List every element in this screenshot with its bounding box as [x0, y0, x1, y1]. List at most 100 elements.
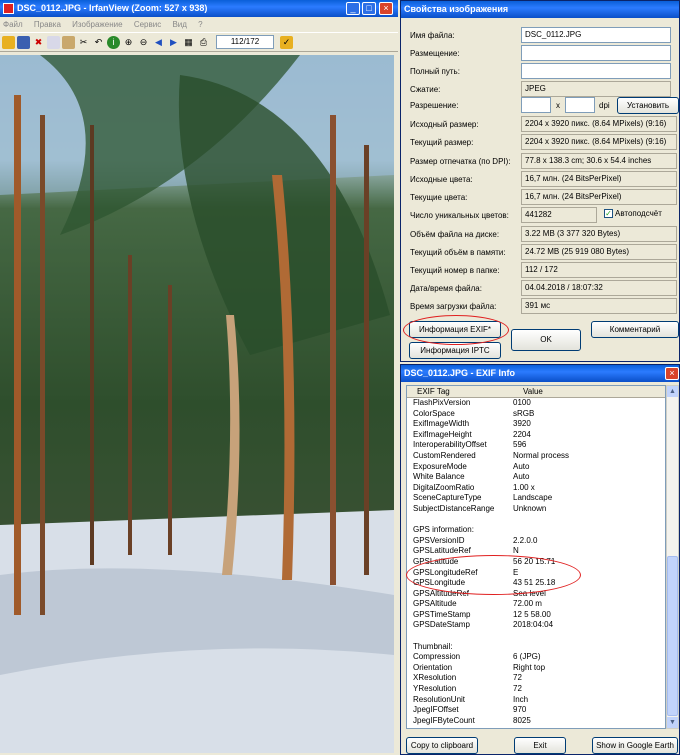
- col-tag-header[interactable]: EXIF Tag: [407, 386, 513, 397]
- scroll-thumb[interactable]: [667, 556, 678, 716]
- options-icon[interactable]: ✓: [280, 35, 293, 49]
- exif-row[interactable]: GPS information:: [407, 525, 665, 536]
- exif-scrollbar[interactable]: ▲ ▼: [666, 385, 679, 729]
- exif-tag: ExposureMode: [413, 461, 467, 471]
- property-row: Текущий объём в памяти: 24.72 MB (25 919 …: [405, 244, 677, 261]
- menu-image[interactable]: Изображение: [72, 20, 122, 29]
- resolution-x-input[interactable]: [521, 97, 551, 113]
- exif-row[interactable]: ResolutionUnit Inch: [407, 695, 665, 706]
- exif-titlebar[interactable]: DSC_0112.JPG - EXIF Info: [401, 365, 679, 382]
- paste-icon[interactable]: [62, 35, 75, 49]
- set-resolution-button[interactable]: Установить: [617, 97, 679, 114]
- next-icon[interactable]: ▶: [167, 36, 180, 49]
- comment-button[interactable]: Комментарий: [591, 321, 679, 338]
- resolution-y-input[interactable]: [565, 97, 595, 113]
- zoom-in-icon[interactable]: ⊕: [122, 36, 135, 49]
- google-earth-button[interactable]: Show in Google Earth: [592, 737, 678, 754]
- property-value: 112 / 172: [521, 262, 677, 278]
- exif-row[interactable]: White Balance Auto: [407, 472, 665, 483]
- page-counter: 112/172: [216, 35, 274, 49]
- exif-row[interactable]: Orientation Right top: [407, 663, 665, 674]
- exif-tag: GPSAltitude: [413, 599, 457, 609]
- exif-info-window: DSC_0112.JPG - EXIF Info × EXIF Tag Valu…: [400, 364, 680, 755]
- exif-row[interactable]: ExposureMode Auto: [407, 462, 665, 473]
- irfanview-title: DSC_0112.JPG - IrfanView (Zoom: 527 x 93…: [17, 3, 208, 13]
- print-icon[interactable]: ⎙: [197, 36, 210, 49]
- exif-row[interactable]: SubjectDistanceRange Unknown: [407, 504, 665, 515]
- info-icon[interactable]: i: [107, 35, 120, 49]
- property-row: Имя файла: DSC_0112.JPG: [405, 27, 677, 44]
- save-icon[interactable]: [17, 35, 30, 49]
- minimize-button[interactable]: _: [346, 2, 360, 15]
- menu-tools[interactable]: Сервис: [134, 20, 161, 29]
- property-label: Объём файла на диске:: [410, 230, 500, 239]
- property-row: Текущий номер в папке: 112 / 172: [405, 262, 677, 279]
- exif-tag: ExifImageWidth: [413, 419, 470, 429]
- irfanview-titlebar[interactable]: DSC_0112.JPG - IrfanView (Zoom: 527 x 93…: [0, 0, 398, 17]
- copy-to-clipboard-button[interactable]: Copy to clipboard: [406, 737, 478, 754]
- exif-row[interactable]: GPSDateStamp 2018:04:04: [407, 620, 665, 631]
- property-label: Размер отпечатка (по DPI):: [410, 157, 511, 166]
- gps-annotation: [406, 555, 581, 595]
- previous-icon[interactable]: ◀: [152, 36, 165, 49]
- scroll-up-icon[interactable]: ▲: [667, 386, 678, 397]
- exif-tag: Thumbnail:: [413, 641, 453, 651]
- menubar: Файл Правка Изображение Сервис Вид ?: [0, 17, 398, 32]
- ok-button[interactable]: OK: [511, 329, 581, 351]
- exif-row[interactable]: FlashPixVersion 0100: [407, 398, 665, 409]
- exif-row[interactable]: DigitalZoomRatio 1.00 x: [407, 483, 665, 494]
- exif-row[interactable]: XResolution 72: [407, 673, 665, 684]
- exif-value: 0100: [513, 398, 531, 407]
- exif-row[interactable]: YResolution 72: [407, 684, 665, 695]
- slideshow-icon[interactable]: ▦: [182, 36, 195, 49]
- exif-tag: InteroperabilityOffset: [413, 440, 487, 450]
- resolution-unit: dpi: [599, 101, 610, 110]
- open-icon[interactable]: [2, 35, 15, 49]
- property-value[interactable]: [521, 45, 671, 61]
- exif-row[interactable]: GPSAltitude 72.00 m: [407, 599, 665, 610]
- zoom-out-icon[interactable]: ⊖: [137, 36, 150, 49]
- exif-row[interactable]: SceneCaptureType Landscape: [407, 493, 665, 504]
- col-value-header[interactable]: Value: [513, 386, 543, 397]
- exif-row[interactable]: GPSLatitudeRef N: [407, 546, 665, 557]
- delete-icon[interactable]: ✖: [32, 36, 45, 49]
- exif-tag: JpegIFOffset: [413, 705, 459, 715]
- exif-row[interactable]: ExifImageHeight 2204: [407, 430, 665, 441]
- exif-close-button[interactable]: ×: [665, 367, 679, 380]
- exif-value: Inch: [513, 694, 529, 704]
- cut-icon[interactable]: ✂: [77, 36, 90, 49]
- exif-row[interactable]: CustomRendered Normal process: [407, 451, 665, 462]
- exif-row[interactable]: ExifImageWidth 3920: [407, 419, 665, 430]
- property-value[interactable]: DSC_0112.JPG: [521, 27, 671, 43]
- property-value[interactable]: [521, 63, 671, 79]
- copy-icon[interactable]: [47, 35, 60, 49]
- properties-titlebar[interactable]: Свойства изображения: [401, 1, 679, 18]
- exif-value: 2204: [513, 429, 531, 439]
- close-button[interactable]: ×: [379, 2, 393, 15]
- irfanview-app-icon: [3, 3, 14, 14]
- exif-tag: CustomRendered: [413, 450, 476, 460]
- auto-count-checkbox[interactable]: ✓ Автоподсчёт: [604, 209, 662, 218]
- exif-value: Unknown: [513, 503, 547, 513]
- exif-row[interactable]: InteroperabilityOffset 596: [407, 440, 665, 451]
- exif-tag: GPS information:: [413, 525, 474, 535]
- exif-row[interactable]: JpegIFOffset 970: [407, 705, 665, 716]
- menu-edit[interactable]: Правка: [34, 20, 61, 29]
- exif-row[interactable]: [407, 515, 665, 526]
- maximize-button[interactable]: □: [362, 2, 376, 15]
- exif-row[interactable]: ColorSpace sRGB: [407, 409, 665, 420]
- menu-view[interactable]: Вид: [172, 20, 186, 29]
- exif-row[interactable]: Compression 6 (JPG): [407, 652, 665, 663]
- exif-value: 2018:04:04: [513, 620, 554, 630]
- exit-button[interactable]: Exit: [514, 737, 566, 754]
- exif-row[interactable]: JpegIFByteCount 8025: [407, 716, 665, 727]
- exif-row[interactable]: Thumbnail:: [407, 642, 665, 653]
- undo-icon[interactable]: ↶: [92, 36, 105, 49]
- property-row: Полный путь:: [405, 63, 677, 80]
- exif-row[interactable]: GPSTimeStamp 12 5 58.00: [407, 610, 665, 621]
- menu-help[interactable]: ?: [198, 20, 202, 29]
- exif-row[interactable]: [407, 631, 665, 642]
- exif-row[interactable]: GPSVersionID 2.2.0.0: [407, 536, 665, 547]
- menu-file[interactable]: Файл: [3, 20, 23, 29]
- scroll-down-icon[interactable]: ▼: [667, 717, 678, 728]
